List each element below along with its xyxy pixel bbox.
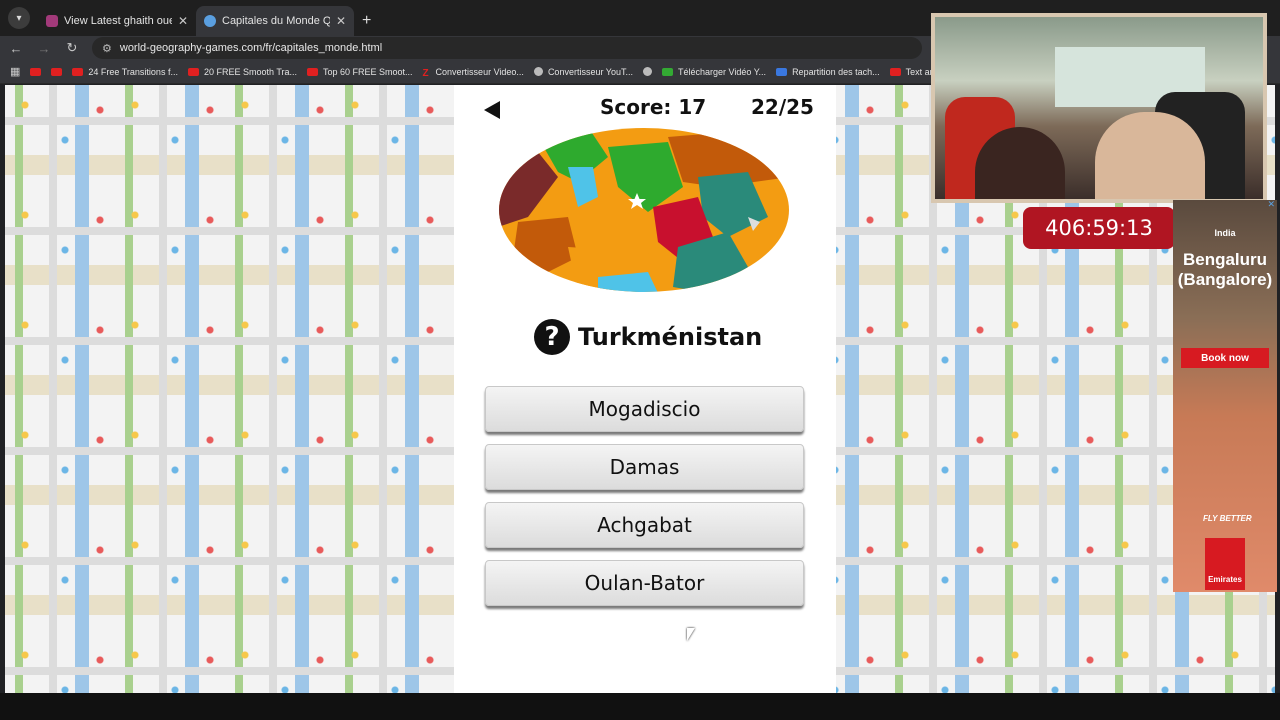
new-tab-button[interactable]: + [362, 12, 371, 30]
bookmark-youtube[interactable] [30, 67, 42, 76]
bookmark-item[interactable]: Top 60 FREE Smoot... [307, 67, 413, 77]
youtube-icon [72, 67, 84, 76]
tab-1[interactable]: View Latest ghaith ouerdiane b ✕ [38, 6, 196, 36]
youtube-icon [889, 67, 901, 76]
country-name: Turkménistan [578, 323, 763, 351]
region-map [499, 128, 789, 292]
tab-favicon-icon [46, 15, 58, 27]
ad-close-icon[interactable]: ✕ [1267, 200, 1275, 210]
sidebar-ad[interactable]: ✕ India Bengaluru (Bangalore) Book now F… [1173, 200, 1277, 592]
emirates-logo: Emirates [1205, 538, 1245, 590]
question-progress: 22/25 [751, 95, 814, 119]
bookmark-item[interactable]: Télécharger Vidéo Y... [662, 67, 766, 77]
question-prompt: ? Turkménistan [534, 319, 762, 355]
apps-grid-icon[interactable]: ▦ [10, 65, 20, 78]
ad-country: India [1214, 228, 1236, 238]
question-mark-icon: ? [534, 319, 570, 355]
youtube-icon [51, 67, 63, 76]
ad-tagline: FLY BETTER [1203, 514, 1252, 523]
answer-button-4[interactable]: Oulan-Bator [485, 560, 804, 606]
bookmark-item[interactable]: Convertisseur YouT... [533, 67, 633, 77]
url-text: world-geography-games.com/fr/capitales_m… [119, 42, 383, 54]
tab-close-icon[interactable]: ✕ [336, 14, 346, 28]
ad-city: Bengaluru (Bangalore) [1177, 250, 1273, 289]
download-arrow-icon [662, 67, 673, 76]
converter-icon [533, 67, 543, 76]
z-logo-icon: Z [422, 67, 429, 79]
reload-icon[interactable]: ↻ [60, 40, 84, 56]
tab-title: View Latest ghaith ouerdiane b [64, 15, 172, 27]
bookmark-item[interactable]: 20 FREE Smooth Tra... [187, 67, 297, 77]
tab-favicon-icon [204, 15, 216, 27]
answer-button-1[interactable]: Mogadiscio [485, 386, 804, 432]
webcam-person [975, 127, 1065, 199]
stream-timer: 406:59:13 [1023, 207, 1175, 249]
tab-2[interactable]: Capitales du Monde Quiz - Jeu ✕ [196, 6, 354, 36]
answer-button-2[interactable]: Damas [485, 444, 804, 490]
bookmark-item[interactable]: Repartition des tach... [776, 67, 880, 77]
bookmark-item[interactable]: 24 Free Transitions f... [72, 67, 178, 77]
bookmark-item[interactable]: Z Convertisseur Video... [422, 67, 524, 79]
tab-title: Capitales du Monde Quiz - Jeu [222, 15, 330, 27]
quiz-panel: Score: 17 22/25 ? Turkménistan Mogadisci… [454, 85, 836, 693]
youtube-icon [187, 67, 199, 76]
score-label: Score: 17 [600, 95, 707, 119]
back-arrow-icon[interactable] [484, 101, 500, 119]
tab-search-icon[interactable]: ▾ [8, 7, 30, 29]
webcam-person [1095, 112, 1205, 199]
mouse-cursor-icon [687, 628, 695, 641]
docs-icon [776, 67, 788, 76]
answer-button-3[interactable]: Achgabat [485, 502, 804, 548]
ad-book-now-button[interactable]: Book now [1181, 348, 1269, 368]
bottom-bar [0, 693, 1280, 720]
bookmark-item[interactable] [643, 67, 652, 76]
forward-icon[interactable]: → [32, 41, 56, 56]
globe-icon [643, 67, 652, 76]
youtube-icon [30, 67, 42, 76]
browser-window: ▾ View Latest ghaith ouerdiane b ✕ Capit… [0, 0, 1280, 720]
tab-close-icon[interactable]: ✕ [178, 14, 188, 28]
address-bar[interactable]: ⚙ world-geography-games.com/fr/capitales… [92, 37, 922, 59]
webcam-overlay [931, 13, 1267, 203]
back-icon[interactable]: ← [4, 41, 28, 56]
bookmark-youtube[interactable] [51, 67, 63, 76]
youtube-icon [307, 67, 318, 76]
site-info-icon[interactable]: ⚙ [102, 42, 112, 55]
